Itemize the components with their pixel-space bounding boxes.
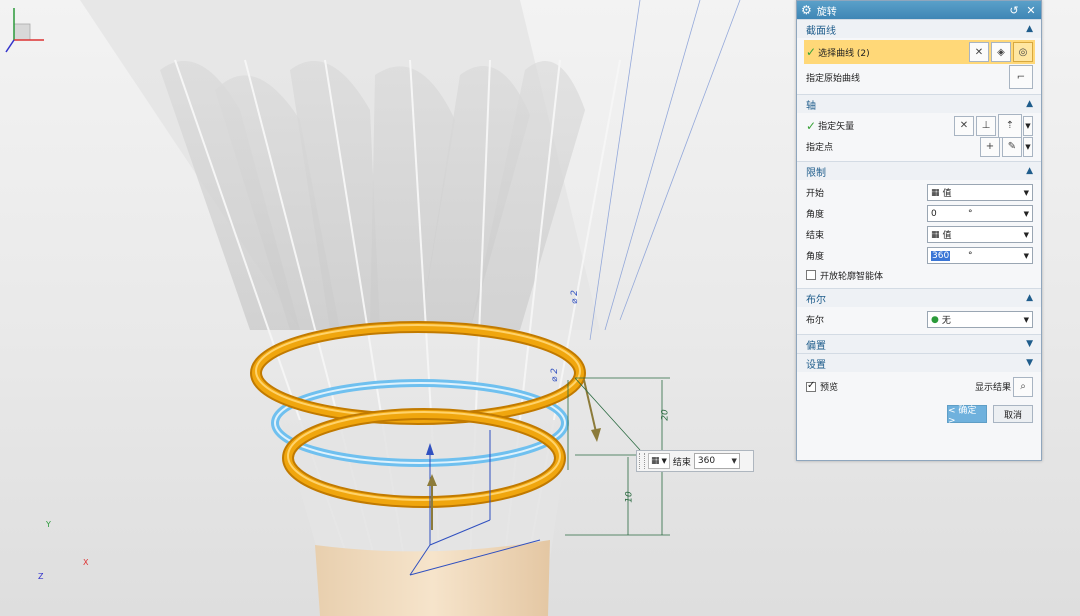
open-profile-row[interactable]: 开放轮廓智能体 [806,266,1033,284]
section-header-offset[interactable]: 偏置 ▼ [797,334,1041,353]
chevron-down-icon[interactable]: ▼ [1023,115,1033,136]
section-header-limits[interactable]: 限制 ▲ [797,161,1041,180]
drag-grip[interactable] [639,453,645,469]
boolean-none-icon: ● [931,314,939,325]
origin-curve-row[interactable]: 指定原始曲线 ⌐ [806,64,1033,90]
chevron-down-icon[interactable]: ▼ [1023,136,1033,157]
inferred-point-icon[interactable]: ✎ [1002,136,1022,157]
select-curve-row[interactable]: ✓ 选择曲线 (2) ✕ ◈ ◎ [804,40,1035,64]
cork-base [315,540,550,616]
dialog-title: 旋转 [816,6,837,18]
value-mode-icon: ▦ [651,456,660,466]
start-row: 开始 ▦ 值 ▼ [806,182,1033,203]
deselect-icon[interactable]: ✕ [954,115,974,136]
dialog-titlebar[interactable]: ⚙ 旋转 ↺ ✕ [797,1,1041,19]
view-triad [5,8,44,53]
start-angle-input[interactable]: 0 ° ▼ [927,205,1033,222]
end-row: 结束 ▦ 值 ▼ [806,224,1033,245]
chevron-down-icon[interactable]: ▼ [1026,339,1033,349]
preview-row: 预览 显示结果 ⌕ [806,376,1033,397]
end-angle-input[interactable]: 360 ° ▼ [927,247,1033,264]
cancel-button[interactable]: 取消 [993,405,1033,423]
sketch-section-icon[interactable]: ◎ [1013,42,1033,62]
curve-rule-icon[interactable]: ◈ [991,42,1011,62]
checkmark-icon: ✓ [806,45,817,59]
chevron-down-icon: ▼ [731,457,737,465]
chevron-down-icon: ▼ [1023,251,1029,260]
checkmark-icon: ✓ [806,118,817,133]
chevron-down-icon: ▼ [1023,315,1029,324]
value-mode-icon: ▦ [931,229,940,240]
triad-z-label: Z [38,572,44,581]
dimension-mid-diameter[interactable]: ⌀ 2 [550,368,560,382]
reset-icon[interactable]: ↺ [1008,4,1020,17]
end-angle-row: 角度 360 ° ▼ [806,245,1033,266]
show-result-label: 显示结果 [974,383,1011,393]
deselect-icon[interactable]: ✕ [969,42,989,62]
boolean-row: 布尔 ● 无 ▼ [806,309,1033,330]
chevron-up-icon[interactable]: ▲ [1026,166,1033,176]
vector-type-icon[interactable]: ⇡ [998,113,1022,138]
chevron-down-icon: ▼ [1023,230,1029,239]
dimension-top-diameter[interactable]: ⌀ 2 [570,290,580,304]
open-profile-checkbox[interactable] [806,270,816,280]
end-mode-select[interactable]: ▦ 值 ▼ [927,226,1033,243]
start-mode-select[interactable]: ▦ 值 ▼ [927,184,1033,201]
value-mode-icon: ▦ [931,187,940,198]
chevron-down-icon: ▼ [1023,209,1029,218]
floating-end-angle-input[interactable]: ▦ ▼ 结束 360 ▼ [636,450,754,472]
specify-point-row[interactable]: 指定点 + ✎ ▼ [806,136,1033,157]
feather-skirt [80,0,741,566]
chevron-down-icon: ▼ [1023,188,1029,197]
specify-vector-row[interactable]: ✓ 指定矢量 ✕ ⊥ ⇡ ▼ [806,113,1033,138]
dimension-upper[interactable]: 20 [661,409,671,420]
close-icon[interactable]: ✕ [1025,4,1037,17]
section-header-boolean[interactable]: 布尔 ▲ [797,288,1041,307]
start-angle-row: 角度 0 ° ▼ [806,203,1033,224]
origin-curve-icon[interactable]: ⌐ [1009,65,1033,89]
section-header-section-curve[interactable]: 截面线 ▲ [797,19,1041,38]
revolved-ring-upper [250,321,586,425]
search-icon[interactable]: ⌕ [1013,376,1033,397]
section-header-axis[interactable]: 轴 ▲ [797,94,1041,113]
ok-button[interactable]: < 确定 > [947,405,987,426]
section-header-settings[interactable]: 设置 ▼ [797,353,1041,372]
chevron-down-icon[interactable]: ▼ [1026,358,1033,368]
vector-dialog-icon[interactable]: ⊥ [976,115,996,136]
floating-mode-select[interactable]: ▦ ▼ [648,453,670,469]
chevron-up-icon[interactable]: ▲ [1026,99,1033,109]
dimension-lower[interactable]: 10 [625,491,635,502]
revolve-dialog[interactable]: ⚙ 旋转 ↺ ✕ 截面线 ▲ ✓ 选择曲线 (2) ✕ ◈ ◎ 指定原始曲线 ⌐… [796,0,1042,461]
gear-icon[interactable]: ⚙ [801,4,812,16]
triad-y-label: Y [46,520,51,529]
boolean-select[interactable]: ● 无 ▼ [927,311,1033,328]
chevron-up-icon[interactable]: ▲ [1026,293,1033,303]
chevron-down-icon: ▼ [661,457,667,465]
floating-label: 结束 [672,457,691,468]
point-dialog-icon[interactable]: + [980,136,1000,157]
triad-x-label: X [83,558,89,567]
floating-value-field[interactable]: 360 ▼ [693,453,740,469]
preview-checkbox[interactable] [806,380,816,392]
chevron-up-icon[interactable]: ▲ [1026,24,1033,34]
